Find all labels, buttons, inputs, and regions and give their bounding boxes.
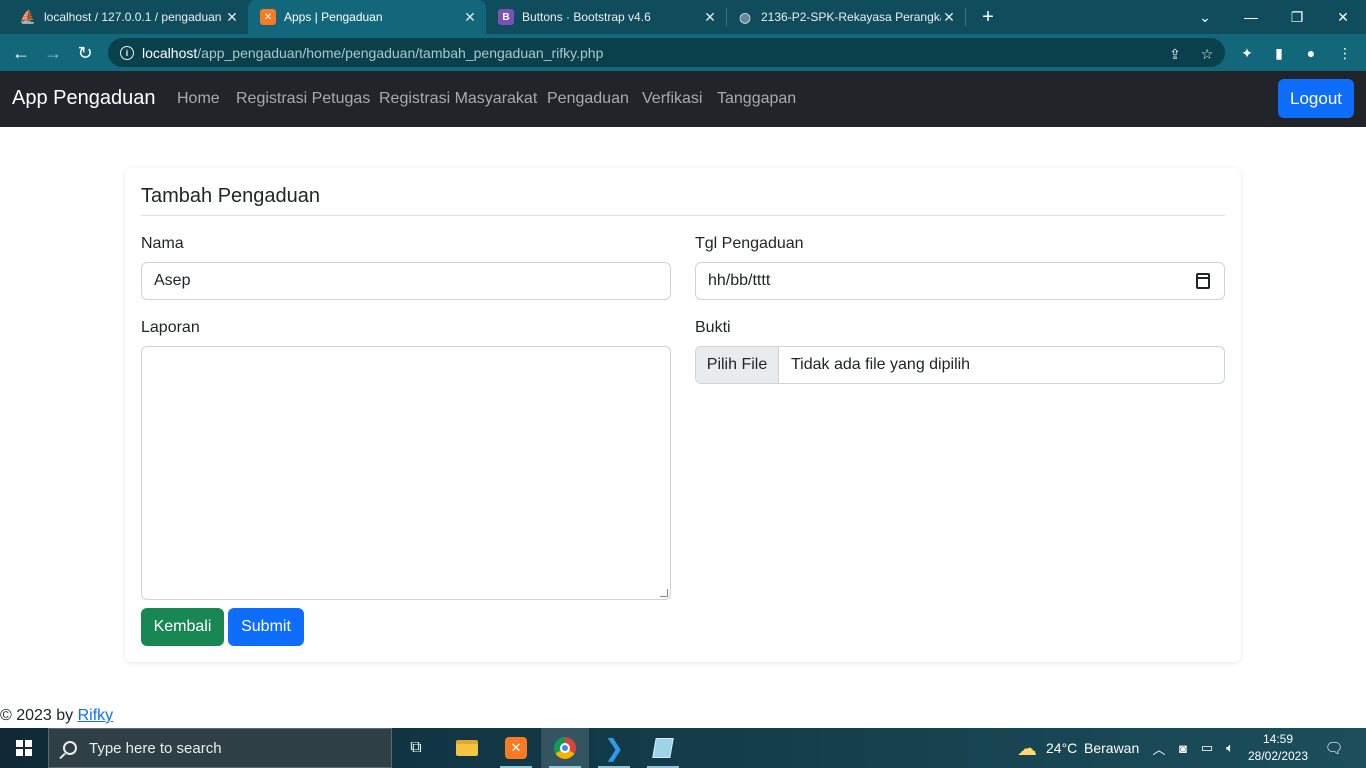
share-icon[interactable]: ⇪ xyxy=(1166,45,1184,63)
vscode-icon: ❯ xyxy=(603,734,625,762)
url-host: localhost xyxy=(142,44,198,61)
nama-input[interactable]: Asep xyxy=(141,262,671,300)
tab-title: Buttons · Bootstrap v4.6 xyxy=(522,10,651,24)
back-arrow-icon[interactable]: ← xyxy=(8,40,34,66)
tab-spk[interactable]: ◍ 2136-P2-SPK-Rekayasa Perangkat ✕ xyxy=(727,0,965,34)
tgl-pengaduan-label: Tgl Pengaduan xyxy=(695,235,804,252)
start-button[interactable] xyxy=(0,728,48,768)
nav-link-verfikasi[interactable]: Verfikasi xyxy=(642,90,702,108)
nav-link-pengaduan[interactable]: Pengaduan xyxy=(547,90,629,108)
phpmyadmin-icon: ⛵ xyxy=(19,9,37,24)
divider xyxy=(141,215,1225,216)
xampp-taskbar-button[interactable]: ✕ xyxy=(492,728,540,768)
forward-arrow-icon[interactable]: → xyxy=(40,40,66,66)
vscode-taskbar-button[interactable]: ❯ xyxy=(590,728,638,768)
bukti-file-input[interactable]: Pilih File Tidak ada file yang dipilih xyxy=(695,346,1225,384)
notifications-icon[interactable]: 🗨︎ xyxy=(1324,739,1344,757)
notepad-icon xyxy=(652,738,674,758)
card-title: Tambah Pengaduan xyxy=(141,185,321,207)
task-view-button[interactable]: ⧉ xyxy=(392,728,440,768)
chevron-up-icon[interactable]: ︿ xyxy=(1151,740,1167,757)
weather-desc[interactable]: Berawan xyxy=(1084,740,1139,756)
logout-button[interactable]: Logout xyxy=(1278,79,1354,118)
navbar-brand[interactable]: App Pengaduan xyxy=(12,87,155,110)
footer-author-link[interactable]: Rifky xyxy=(78,707,114,724)
extensions-puzzle-icon[interactable]: ✦ xyxy=(1238,44,1256,62)
windows-taskbar: Type here to search ⧉ ✕ ❯ ☁ 24°C Berawan… xyxy=(0,728,1366,768)
tgl-pengaduan-input[interactable]: hh/bb/tttt xyxy=(695,262,1225,300)
notepad-taskbar-button[interactable] xyxy=(639,728,687,768)
nav-link-home[interactable]: Home xyxy=(177,90,220,108)
close-icon[interactable]: ✕ xyxy=(462,9,478,26)
nav-link-registrasi-masyarakat[interactable]: Registrasi Masyarakat xyxy=(379,90,537,108)
folder-icon xyxy=(456,740,478,756)
bookmark-star-icon[interactable]: ☆ xyxy=(1198,45,1216,63)
xampp-icon: ✕ xyxy=(260,9,276,25)
submit-button[interactable]: Submit xyxy=(228,608,304,646)
clock-time: 14:59 xyxy=(1262,732,1294,746)
taskbar-search-box[interactable]: Type here to search xyxy=(48,728,392,768)
weather-cloud-icon[interactable]: ☁ xyxy=(1014,737,1040,760)
bootstrap-icon: B xyxy=(498,9,514,25)
laporan-textarea[interactable] xyxy=(141,346,671,600)
chrome-icon xyxy=(554,737,576,759)
minimize-button[interactable]: — xyxy=(1228,0,1274,34)
nama-label: Nama xyxy=(141,235,184,252)
task-view-icon: ⧉ xyxy=(410,739,422,756)
tab-bootstrap-buttons[interactable]: B Buttons · Bootstrap v4.6 ✕ xyxy=(486,0,726,34)
tab-title: localhost / 127.0.0.1 / pengaduan xyxy=(44,10,222,24)
laporan-label: Laporan xyxy=(141,319,200,336)
tab-search-chevron-icon[interactable]: ⌄ xyxy=(1182,0,1228,34)
close-window-button[interactable]: ✕ xyxy=(1320,0,1366,34)
close-icon[interactable]: ✕ xyxy=(224,9,240,26)
close-icon[interactable]: ✕ xyxy=(702,9,718,26)
address-bar[interactable]: i localhost/app_pengaduan/home/pengaduan… xyxy=(108,38,1225,67)
date-placeholder: hh/bb/tttt xyxy=(708,272,771,289)
tab-title: Apps | Pengaduan xyxy=(284,10,383,24)
choose-file-button[interactable]: Pilih File xyxy=(696,347,779,383)
globe-icon: ◍ xyxy=(738,8,752,25)
nav-link-registrasi-petugas[interactable]: Registrasi Petugas xyxy=(236,90,370,108)
weather-temp[interactable]: 24°C xyxy=(1046,740,1077,756)
reload-icon[interactable]: ↻ xyxy=(72,40,98,66)
app-navbar: App Pengaduan Home Registrasi Petugas Re… xyxy=(0,71,1366,127)
restore-button[interactable]: ❐ xyxy=(1274,0,1320,34)
volume-icon[interactable]: 🔈︎ xyxy=(1222,740,1238,756)
file-explorer-button[interactable] xyxy=(443,728,491,768)
close-icon[interactable]: ✕ xyxy=(941,9,957,26)
nav-link-tanggapan[interactable]: Tanggapan xyxy=(717,90,796,108)
page-footer: © 2023 by Rifky xyxy=(0,707,113,725)
windows-logo-icon xyxy=(16,740,32,756)
search-placeholder: Type here to search xyxy=(89,739,222,757)
taskbar-clock[interactable]: 14:59 28/02/2023 xyxy=(1246,731,1310,765)
chrome-taskbar-button[interactable] xyxy=(541,728,589,768)
site-info-icon[interactable]: i xyxy=(120,45,134,60)
tab-phpmyadmin[interactable]: ⛵ localhost / 127.0.0.1 / pengaduan ✕ xyxy=(0,0,248,34)
tab-title: 2136-P2-SPK-Rekayasa Perangkat xyxy=(761,10,941,24)
meet-now-icon[interactable]: ◙ xyxy=(1175,740,1191,756)
tab-divider xyxy=(965,8,966,26)
search-icon xyxy=(63,741,77,755)
footer-text: © 2023 by xyxy=(0,707,78,724)
browser-tabstrip: ⛵ localhost / 127.0.0.1 / pengaduan ✕ ✕ … xyxy=(0,0,1366,34)
browser-toolbar: ← → ↻ i localhost/app_pengaduan/home/pen… xyxy=(0,34,1366,71)
form-card: Tambah Pengaduan Nama Asep Tgl Pengaduan… xyxy=(125,168,1241,662)
calendar-icon[interactable] xyxy=(1196,273,1210,289)
profile-avatar-icon[interactable]: ● xyxy=(1302,44,1320,62)
side-panel-icon[interactable]: ▮ xyxy=(1270,44,1288,62)
resize-grip-icon[interactable] xyxy=(660,589,668,597)
clock-date: 28/02/2023 xyxy=(1247,749,1309,763)
tab-apps-pengaduan[interactable]: ✕ Apps | Pengaduan ✕ xyxy=(248,0,486,34)
kembali-button[interactable]: Kembali xyxy=(141,608,224,646)
new-tab-button[interactable]: + xyxy=(976,4,1000,30)
url-path: /app_pengaduan/home/pengaduan/tambah_pen… xyxy=(197,44,604,61)
bukti-label: Bukti xyxy=(695,319,731,336)
xampp-icon: ✕ xyxy=(505,737,527,759)
file-status: Tidak ada file yang dipilih xyxy=(791,356,971,373)
network-icon[interactable]: ▭ xyxy=(1199,740,1215,756)
menu-kebab-icon[interactable]: ⋮ xyxy=(1336,44,1354,62)
nama-value: Asep xyxy=(154,272,191,289)
